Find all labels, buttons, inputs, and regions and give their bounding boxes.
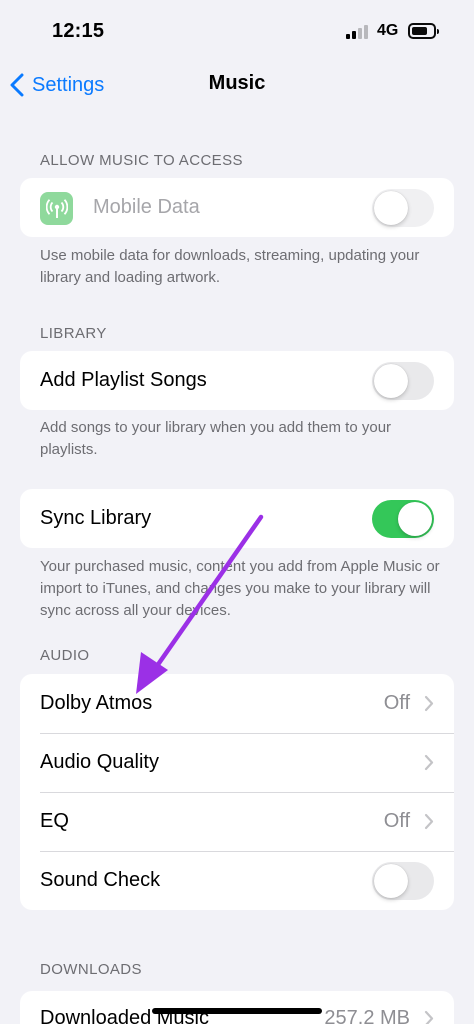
antenna-icon: [40, 192, 73, 225]
add-playlist-songs-toggle[interactable]: [372, 362, 434, 400]
sync-library-toggle[interactable]: [372, 500, 434, 538]
sound-check-row: Sound Check: [20, 851, 454, 910]
add-playlist-group: Add Playlist Songs: [20, 351, 454, 410]
chevron-right-icon: [424, 1010, 434, 1024]
chevron-right-icon: [424, 813, 434, 830]
home-indicator[interactable]: [152, 1008, 322, 1014]
status-bar: 12:15 4G: [0, 0, 474, 62]
eq-label: EQ: [40, 810, 69, 832]
audio-quality-row[interactable]: Audio Quality: [20, 733, 454, 792]
sync-library-footer: Your purchased music, content you add fr…: [40, 558, 440, 619]
eq-value: Off: [383, 810, 410, 832]
audio-quality-label: Audio Quality: [40, 751, 159, 773]
mobile-data-row: Mobile Data: [20, 178, 454, 237]
access-footer: Use mobile data for downloads, streaming…: [40, 247, 420, 286]
add-playlist-songs-label: Add Playlist Songs: [40, 369, 207, 391]
downloaded-music-value: 257.2 MB: [324, 1007, 410, 1024]
mobile-data-toggle[interactable]: [372, 189, 434, 227]
sound-check-toggle[interactable]: [372, 862, 434, 900]
section-header-access: ALLOW MUSIC TO ACCESS: [40, 152, 243, 169]
mobile-data-label: Mobile Data: [93, 196, 200, 218]
battery-icon: [408, 23, 439, 39]
chevron-right-icon: [424, 754, 434, 771]
sync-library-group: Sync Library: [20, 489, 454, 548]
navigation-bar: Settings Music: [0, 62, 474, 112]
eq-row[interactable]: EQ Off: [20, 792, 454, 851]
section-header-audio: AUDIO: [40, 647, 90, 664]
section-header-library: LIBRARY: [40, 325, 107, 342]
cellular-signal-icon: [346, 25, 370, 39]
section-header-downloads: DOWNLOADS: [40, 961, 142, 978]
add-playlist-footer: Add songs to your library when you add t…: [40, 419, 392, 458]
dolby-atmos-label: Dolby Atmos: [40, 692, 153, 714]
status-time: 12:15: [52, 20, 105, 42]
dolby-atmos-row[interactable]: Dolby Atmos Off: [20, 674, 454, 733]
dolby-atmos-value: Off: [383, 692, 410, 714]
sync-library-label: Sync Library: [40, 507, 152, 529]
access-group: Mobile Data: [20, 178, 454, 237]
sound-check-label: Sound Check: [40, 869, 161, 891]
network-type: 4G: [377, 22, 399, 39]
chevron-right-icon: [424, 695, 434, 712]
audio-group: Dolby Atmos Off Audio Quality EQ Off Sou…: [20, 674, 454, 910]
sync-library-row: Sync Library: [20, 489, 454, 548]
add-playlist-songs-row: Add Playlist Songs: [20, 351, 454, 410]
page-title: Music: [208, 72, 266, 94]
